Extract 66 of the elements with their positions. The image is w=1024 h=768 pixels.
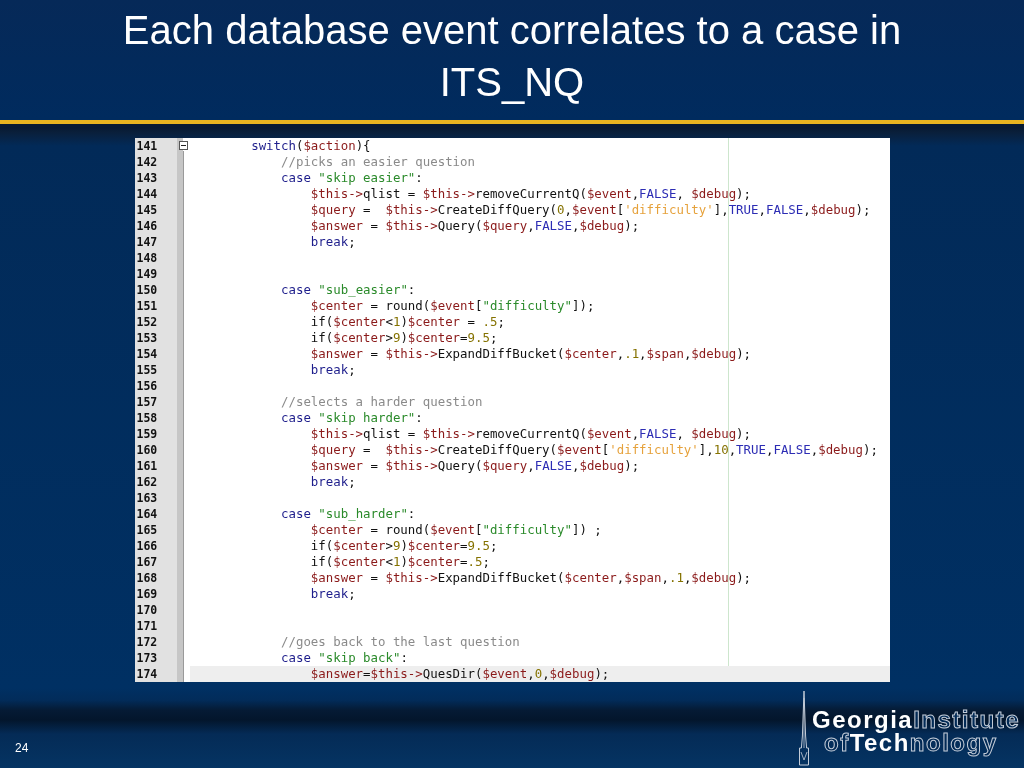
code-line: $this->qlist = $this->removeCurrentQ($event,FALSE, $debug); [310,186,752,202]
code-line: break; [310,586,356,602]
line-number: 165 [135,522,159,538]
line-number: 167 [135,554,159,570]
line-number: 145 [135,202,159,218]
line-number: 162 [135,474,159,490]
line-number: 149 [135,266,159,282]
code-line: if($center<1)$center=.5; [310,554,490,570]
code-line: case "skip easier": [281,170,423,186]
line-number: 163 [135,490,159,506]
line-number: 146 [135,218,159,234]
line-number: 147 [135,234,159,250]
line-number: 156 [135,378,159,394]
code-line: $this->qlist = $this->removeCurrentQ($event,FALSE, $debug); [310,426,752,442]
line-number: 158 [135,410,159,426]
line-number: 160 [135,442,159,458]
line-number: 174 [135,666,159,682]
code-line: if($center<1)$center = .5; [310,314,505,330]
code-line: case "skip back": [281,650,408,666]
line-number: 143 [135,170,159,186]
code-line: $answer=$this->QuesDir($event,0,$debug); [310,666,610,682]
line-number: 142 [135,154,159,170]
code-line: $answer = $this->Query($query,FALSE,$debug); [310,218,640,234]
line-number: 154 [135,346,159,362]
code-line: break; [310,234,356,250]
line-number: 169 [135,586,159,602]
line-number: 172 [135,634,159,650]
code-line: $answer = $this->Query($query,FALSE,$debug); [310,458,640,474]
line-number: 141 [135,138,159,154]
line-number: 159 [135,426,159,442]
code-line: $answer = $this->ExpandDiffBucket($center,$span,.1,$debug); [310,570,752,586]
code-line: if($center>9)$center=9.5; [310,538,498,554]
line-number: 171 [135,618,159,634]
slide-number: 24 [15,741,29,755]
line-number: 153 [135,330,159,346]
line-number: 173 [135,650,159,666]
code-line: $center = round($event["difficulty"]) ; [310,522,602,538]
line-number: 150 [135,282,159,298]
slide-title: Each database event correlates to a case in ITS_NQ [121,7,903,106]
line-number: 161 [135,458,159,474]
logo-text: GeorgiaInstitute [811,708,1020,731]
line-number: 151 [135,298,159,314]
line-number: 155 [135,362,159,378]
code-line: $query = $this->CreateDiffQuery($event['difficulty'],10,TRUE,FALSE,$debug); [310,442,878,458]
code-line: case "skip harder": [281,410,423,426]
code-line: case "sub_harder": [281,506,416,522]
line-number: 168 [135,570,159,586]
code-line: break; [310,362,356,378]
code-line: break; [310,474,356,490]
line-number: 157 [135,394,159,410]
minus-box-icon[interactable] [178,141,188,150]
code-line: //picks an easier question [281,154,475,170]
line-number: 166 [135,538,159,554]
code-line: $answer = $this->ExpandDiffBucket($center,.1,$span,$debug); [310,346,752,362]
code-line: //selects a harder question [281,394,483,410]
code-line: $center = round($event["difficulty"]); [310,298,595,314]
code-line: case "sub_easier": [281,282,416,298]
line-number: 164 [135,506,159,522]
code-line: //goes back to the last question [281,634,520,650]
line-number: 152 [135,314,159,330]
line-number: 148 [135,250,159,266]
line-number: 144 [135,186,159,202]
code-line: $query = $this->CreateDiffQuery(0,$event['difficulty'],TRUE,FALSE,$debug); [310,202,871,218]
code-line: if($center>9)$center=9.5; [310,330,498,346]
code-line: switch($action){ [251,138,371,154]
line-number: 170 [135,602,159,618]
